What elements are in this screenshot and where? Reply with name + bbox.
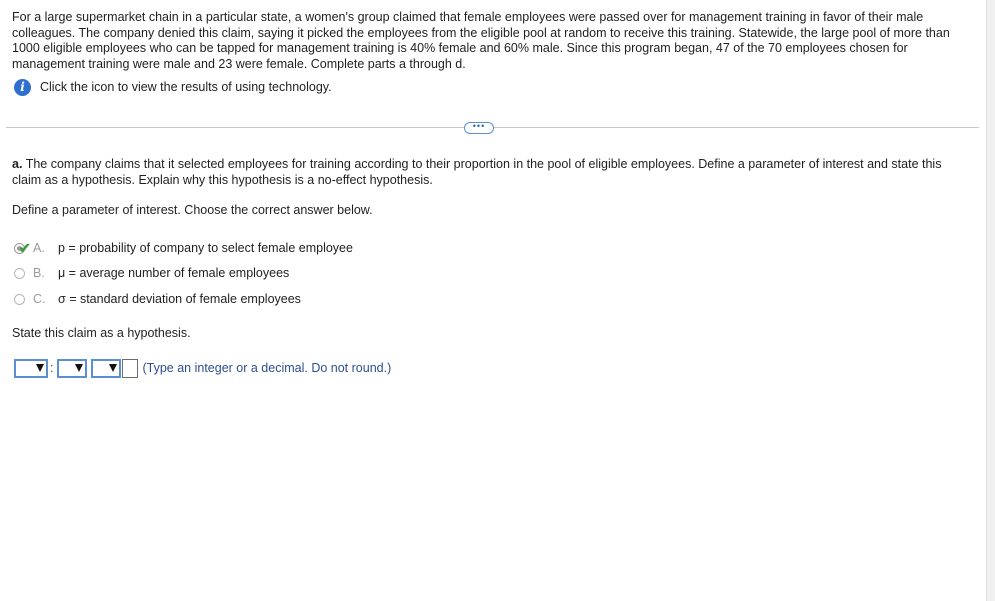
option-a-text: p = probability of company to select fem… <box>58 241 353 255</box>
chevron-down-icon <box>75 364 84 372</box>
option-b[interactable]: B. μ = average number of female employee… <box>14 264 289 282</box>
chevron-down-icon <box>109 364 118 372</box>
problem-statement: For a large supermarket chain in a parti… <box>12 10 950 71</box>
technology-results-row[interactable]: i Click the icon to view the results of … <box>14 78 332 96</box>
colon-separator: : <box>50 361 54 375</box>
hypothesis-answer-row: : (Type an integer or a decimal. Do not … <box>14 357 391 379</box>
option-b-letter: B. <box>33 266 45 280</box>
hypothesis-value-input[interactable] <box>122 358 139 378</box>
option-b-text: μ = average number of female employees <box>58 266 290 280</box>
input-hint: (Type an integer or a decimal. Do not ro… <box>142 361 392 375</box>
option-c[interactable]: C. σ = standard deviation of female empl… <box>14 290 301 308</box>
hypothesis-type-dropdown[interactable] <box>14 358 48 378</box>
scrollbar[interactable] <box>986 0 995 601</box>
relation-dropdown[interactable] <box>91 358 122 378</box>
option-b-radio[interactable] <box>14 267 25 279</box>
define-parameter-prompt: Define a parameter of interest. Choose t… <box>12 203 373 217</box>
option-c-letter: C. <box>33 292 46 306</box>
option-a-letter: A. <box>33 241 45 255</box>
part-a-label: a. <box>12 157 23 171</box>
technology-results-link[interactable]: Click the icon to view the results of us… <box>40 80 332 94</box>
part-a-question: a. The company claims that it selected e… <box>12 157 972 188</box>
chevron-down-icon <box>36 364 44 372</box>
option-a[interactable]: ✔ A. p = probability of company to selec… <box>14 239 353 257</box>
state-hypothesis-prompt: State this claim as a hypothesis. <box>12 326 191 340</box>
correct-check-icon: ✔ <box>19 239 31 256</box>
info-icon[interactable]: i <box>14 78 31 96</box>
option-c-radio[interactable] <box>14 293 25 305</box>
option-c-text: σ = standard deviation of female employe… <box>58 292 301 306</box>
part-a-text: The company claims that it selected empl… <box>12 157 942 187</box>
parameter-dropdown[interactable] <box>57 358 88 378</box>
expand-more-button[interactable]: ••• <box>464 122 494 134</box>
